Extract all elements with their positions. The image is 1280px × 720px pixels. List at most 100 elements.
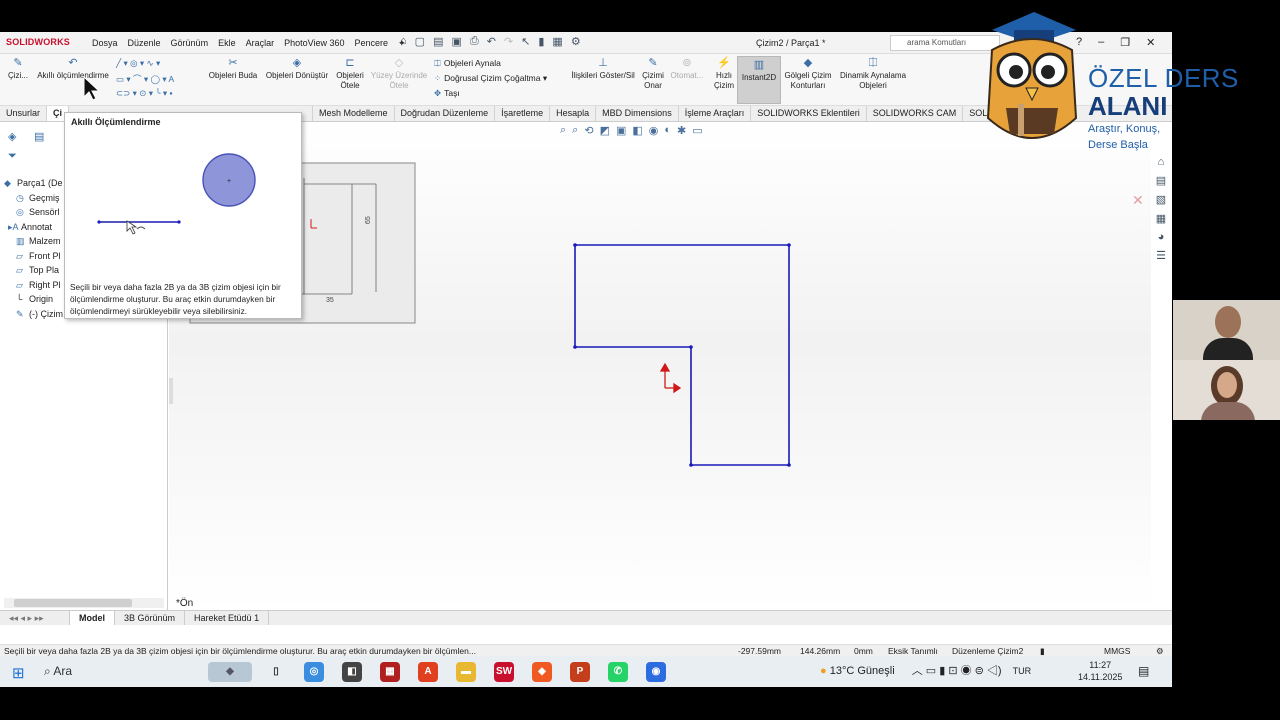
- language-indicator[interactable]: TUR: [1013, 666, 1032, 676]
- redo-icon[interactable]: ↷: [504, 35, 513, 48]
- appearances-icon[interactable]: ◕: [1158, 231, 1165, 243]
- minimize-button[interactable]: –: [1098, 36, 1104, 49]
- whatsapp-icon[interactable]: ✆: [608, 662, 628, 682]
- options-gear-icon[interactable]: ⚙: [571, 35, 581, 48]
- rebuild-status-icon[interactable]: ▮: [1040, 646, 1045, 656]
- file-explorer-taskbar-icon[interactable]: ▬: [456, 662, 476, 682]
- zoom-area-icon[interactable]: ⌕: [572, 124, 578, 137]
- display-style-icon[interactable]: ◧: [632, 124, 642, 137]
- tree-item-part[interactable]: ◆ Parça1 (De: [4, 176, 63, 191]
- sketch-canvas[interactable]: 65 35: [169, 122, 1151, 612]
- rectangle-tool[interactable]: ▭ ▾ ⌒ ▾ ◯ ▾ A: [116, 73, 177, 85]
- select-icon[interactable]: ↖: [521, 35, 530, 48]
- menu-photoview[interactable]: PhotoView 360: [284, 38, 344, 49]
- offset-entities-button[interactable]: ⊏ Objeleri Ötele: [334, 58, 366, 91]
- view-palette-icon[interactable]: ▦: [1156, 212, 1166, 225]
- menu-view[interactable]: Görünüm: [171, 38, 209, 49]
- offset-on-surface-button[interactable]: ◇ Yüzey Üzerinde Ötele: [368, 58, 430, 91]
- dynamic-mirror-button[interactable]: ⎅ Dinamik Aynalama Objeleri: [836, 58, 910, 91]
- tab-3d-view[interactable]: 3B Görünüm: [115, 611, 186, 625]
- file-explorer-icon[interactable]: ▧: [1156, 193, 1166, 206]
- tree-item-history[interactable]: ◷ Geçmiş: [4, 191, 63, 206]
- exit-sketch-icon[interactable]: ✕: [1132, 192, 1144, 209]
- app-icon-red[interactable]: ▦: [380, 662, 400, 682]
- tree-item-right-plane[interactable]: ▱ Right Pl: [4, 278, 63, 293]
- tree-item-material[interactable]: ▥ Malzem: [4, 234, 63, 249]
- mirror-entities-button[interactable]: ⎅ Objeleri Aynala: [434, 58, 501, 69]
- line-tool[interactable]: ╱ ▾ ◎ ▾ ∿ ▾: [116, 58, 163, 69]
- tab-features[interactable]: Unsurlar: [0, 106, 48, 121]
- tab-machining[interactable]: İşleme Araçları: [679, 106, 752, 121]
- menu-tools[interactable]: Araçlar: [246, 38, 275, 49]
- tree-item-sketch[interactable]: ✎ (-) Çizim: [4, 307, 63, 322]
- menu-edit[interactable]: Düzenle: [128, 38, 161, 49]
- weather-icon[interactable]: ●: [820, 665, 827, 677]
- rebuild-icon[interactable]: ▮: [538, 35, 544, 48]
- tab-model[interactable]: Model: [70, 611, 115, 625]
- acrobat-icon[interactable]: A: [418, 662, 438, 682]
- section-view-icon[interactable]: ◩: [600, 124, 610, 137]
- trim-button[interactable]: ✂ Objeleri Buda: [206, 58, 260, 81]
- file-properties-icon[interactable]: ▦: [552, 35, 562, 48]
- tree-item-front-plane[interactable]: ▱ Front Pl: [4, 249, 63, 264]
- save-icon[interactable]: ▣: [451, 35, 461, 48]
- weather-text[interactable]: 13°C Güneşli: [830, 665, 895, 677]
- maximize-button[interactable]: ❐: [1120, 36, 1130, 49]
- origin-icon[interactable]: [659, 362, 682, 394]
- convert-entities-button[interactable]: ◈ Objeleri Dönüştür: [262, 58, 332, 81]
- powerpoint-icon[interactable]: P: [570, 662, 590, 682]
- resources-home-icon[interactable]: ⌂: [1158, 156, 1165, 168]
- tab-nav-arrows[interactable]: ◂◂ ◂ ▸ ▸▸: [0, 611, 70, 625]
- graphics-area[interactable]: 65 35 ✕: [169, 122, 1151, 612]
- hide-show-icon[interactable]: ◉: [649, 124, 659, 137]
- new-file-icon[interactable]: ▢: [415, 35, 425, 48]
- notifications-icon[interactable]: ▤: [1138, 664, 1149, 678]
- solidworks-logo[interactable]: SOLIDWORKS: [6, 37, 70, 47]
- filter-icon[interactable]: ⏷: [8, 150, 17, 163]
- solidworks-taskbar-icon[interactable]: SW: [494, 662, 514, 682]
- auto-button[interactable]: ⊚ Otomat...: [668, 58, 706, 81]
- print-icon[interactable]: ⎙: [470, 35, 479, 48]
- tab-markup[interactable]: İşaretleme: [495, 106, 551, 121]
- brave-icon[interactable]: ◆: [532, 662, 552, 682]
- panel-horizontal-scrollbar[interactable]: [4, 598, 164, 608]
- tree-item-annotations[interactable]: ▸A Annotat: [4, 220, 63, 235]
- view-orientation-icon[interactable]: ▣: [616, 124, 626, 137]
- status-options-icon[interactable]: ⚙: [1156, 646, 1164, 656]
- scene-icon[interactable]: ✱: [677, 124, 686, 137]
- tab-evaluate[interactable]: Hesapla: [550, 106, 597, 121]
- taskbar-clock[interactable]: 11:27 14.11.2025: [1078, 659, 1122, 683]
- menu-window[interactable]: Pencere: [355, 38, 389, 49]
- feature-manager-icon[interactable]: ◈: [8, 130, 16, 143]
- property-manager-icon[interactable]: ▤: [34, 130, 44, 143]
- sketch-profile[interactable]: [574, 244, 790, 466]
- edit-appearance-icon[interactable]: ◐: [664, 124, 671, 137]
- search-highlight-image[interactable]: ◆: [208, 662, 252, 682]
- view-settings-icon[interactable]: ▭: [692, 124, 702, 137]
- menu-file[interactable]: Dosya: [92, 38, 118, 49]
- rapid-sketch-button[interactable]: ⚡ Hızlı Çizim: [710, 58, 738, 91]
- photos-app-icon[interactable]: ◧: [342, 662, 362, 682]
- copilot-icon[interactable]: ◎: [304, 662, 324, 682]
- tab-direct-edit[interactable]: Doğrudan Düzenleme: [395, 106, 496, 121]
- home-icon[interactable]: ⌂: [400, 35, 407, 48]
- previous-view-icon[interactable]: ⟲: [584, 124, 593, 137]
- undo-icon[interactable]: ↶: [487, 35, 496, 48]
- unit-system[interactable]: MMGS: [1104, 646, 1130, 656]
- custom-properties-icon[interactable]: ☰: [1156, 249, 1166, 262]
- open-file-icon[interactable]: ▤: [433, 35, 443, 48]
- shaded-contours-button[interactable]: ◆ Gölgeli Çizim Konturları: [782, 58, 834, 91]
- design-library-icon[interactable]: ▤: [1156, 174, 1166, 187]
- slot-tool[interactable]: ⊂⊃ ▾ ⊙ ▾ ╰ ▾ ▪: [116, 88, 175, 99]
- move-entities-button[interactable]: ✥ Taşı: [434, 88, 460, 99]
- repair-sketch-button[interactable]: ✎ Çizimi Onar: [640, 58, 666, 91]
- zoom-icon[interactable]: ◉: [646, 662, 666, 682]
- menu-insert[interactable]: Ekle: [218, 38, 236, 49]
- tree-item-origin[interactable]: └ Origin: [4, 292, 63, 307]
- zoom-fit-icon[interactable]: ⌕: [560, 124, 566, 137]
- tree-item-top-plane[interactable]: ▱ Top Pla: [4, 263, 63, 278]
- task-view-icon[interactable]: ▯: [266, 662, 286, 682]
- tree-item-sensors[interactable]: ◎ Sensörl: [4, 205, 63, 220]
- windows-start-icon[interactable]: ⊞: [12, 664, 25, 682]
- taskbar-search[interactable]: ⌕ Ara: [44, 664, 72, 679]
